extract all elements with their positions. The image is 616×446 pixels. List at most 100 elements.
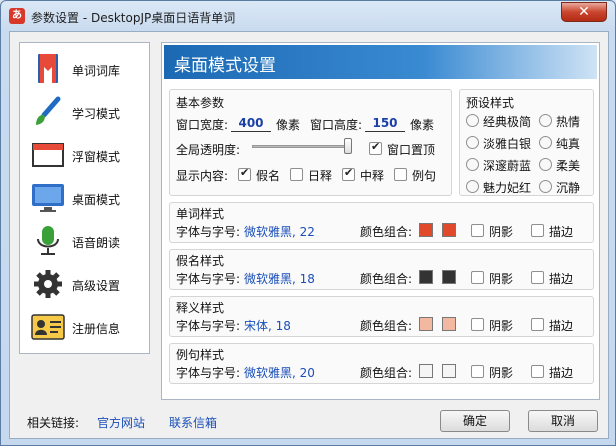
preset-label: 热情 bbox=[556, 115, 581, 129]
display-cn-def-checkbox[interactable] bbox=[342, 166, 355, 181]
color-label: 颜色组合: bbox=[360, 225, 413, 239]
font-value-link[interactable]: 微软雅黑, 18 bbox=[244, 270, 315, 287]
shadow-checkbox[interactable] bbox=[471, 224, 484, 237]
main-panel: 桌面模式设置 基本参数 窗口宽度: 400 像素 窗口高度: 150 像素 全局… bbox=[161, 42, 600, 400]
meaning-style-group: 释义样式 字体与字号: 宋体, 18 颜色组合: 阴影 描边 bbox=[169, 296, 594, 337]
outline-checkbox[interactable] bbox=[531, 224, 544, 237]
color-swatch-bg[interactable] bbox=[442, 223, 456, 237]
opacity-label: 全局透明度: bbox=[176, 143, 241, 157]
client-area: 单词词库 学习模式 浮窗模式 桌面模式 语音朗读 高级设置 注册信息 桌面模式设… bbox=[9, 31, 609, 439]
display-kana-checkbox[interactable] bbox=[238, 166, 251, 181]
sidebar-item-vocab[interactable]: 单词词库 bbox=[20, 49, 149, 89]
group-title: 假名样式 bbox=[176, 254, 225, 268]
basic-params-group: 基本参数 窗口宽度: 400 像素 窗口高度: 150 像素 全局透明度: 窗口… bbox=[169, 89, 452, 196]
preset-radio[interactable] bbox=[466, 114, 479, 127]
group-title: 释义样式 bbox=[176, 301, 225, 315]
kana-style-group: 假名样式 字体与字号: 微软雅黑, 18 颜色组合: 阴影 描边 bbox=[169, 249, 594, 290]
preset-radio[interactable] bbox=[539, 180, 552, 193]
display-label: 显示内容: bbox=[176, 169, 229, 183]
sidebar-item-voice[interactable]: 语音朗读 bbox=[20, 221, 149, 261]
height-unit: 像素 bbox=[410, 118, 435, 132]
cancel-button[interactable]: 取消 bbox=[528, 410, 598, 432]
shadow-label: 阴影 bbox=[489, 366, 514, 380]
preset-radio[interactable] bbox=[466, 158, 479, 171]
sidebar-item-register[interactable]: 注册信息 bbox=[20, 307, 149, 347]
preset-radio[interactable] bbox=[539, 114, 552, 127]
color-swatch-bg[interactable] bbox=[442, 270, 456, 284]
font-label: 字体与字号: bbox=[176, 225, 241, 239]
sidebar-item-label: 高级设置 bbox=[72, 279, 121, 293]
group-title: 单词样式 bbox=[176, 207, 225, 221]
color-swatch-fg[interactable] bbox=[419, 270, 433, 284]
shadow-checkbox[interactable] bbox=[471, 318, 484, 331]
title-bar[interactable]: あ 参数设置 - DesktopJP桌面日语背单词 ✕ bbox=[1, 1, 615, 31]
ok-button[interactable]: 确定 bbox=[440, 410, 510, 432]
font-value-link[interactable]: 微软雅黑, 20 bbox=[244, 364, 315, 381]
display-jp-def-checkbox[interactable] bbox=[290, 168, 303, 181]
height-input[interactable]: 150 bbox=[365, 116, 405, 132]
book-icon bbox=[38, 54, 58, 83]
window-icon bbox=[32, 143, 64, 167]
shadow-checkbox[interactable] bbox=[471, 365, 484, 378]
outline-checkbox[interactable] bbox=[531, 365, 544, 378]
sidebar-item-label: 单词词库 bbox=[72, 64, 121, 78]
color-swatch-fg[interactable] bbox=[419, 223, 433, 237]
preset-styles-group: 预设样式 经典极简 热情 淡雅白银 纯真 深邃蔚蓝 柔美 魅力妃红 沉静 bbox=[459, 89, 594, 196]
sidebar: 单词词库 学习模式 浮窗模式 桌面模式 语音朗读 高级设置 注册信息 bbox=[19, 42, 150, 354]
sidebar-item-float-mode[interactable]: 浮窗模式 bbox=[20, 135, 149, 175]
preset-label: 沉静 bbox=[556, 181, 581, 195]
app-icon: あ bbox=[9, 8, 25, 24]
font-label: 字体与字号: bbox=[176, 272, 241, 286]
links-label: 相关链接: bbox=[27, 416, 80, 430]
microphone-icon bbox=[37, 226, 59, 255]
sidebar-item-advanced[interactable]: 高级设置 bbox=[20, 264, 149, 304]
preset-radio[interactable] bbox=[466, 180, 479, 193]
sidebar-item-label: 语音朗读 bbox=[72, 236, 121, 250]
display-jp-def-label: 日释 bbox=[308, 169, 333, 183]
sidebar-item-desktop-mode[interactable]: 桌面模式 bbox=[20, 178, 149, 218]
topmost-label: 窗口置顶 bbox=[387, 143, 436, 157]
preset-label: 淡雅白银 bbox=[483, 137, 532, 151]
shadow-label: 阴影 bbox=[489, 319, 514, 333]
contact-email-link[interactable]: 联系信箱 bbox=[169, 414, 217, 431]
opacity-slider-track[interactable] bbox=[252, 145, 350, 148]
preset-label: 经典极简 bbox=[483, 115, 532, 129]
color-swatch-bg[interactable] bbox=[442, 317, 456, 331]
id-card-icon bbox=[31, 314, 65, 340]
opacity-slider-thumb[interactable] bbox=[344, 138, 352, 154]
display-example-label: 例句 bbox=[412, 169, 437, 183]
width-input[interactable]: 400 bbox=[231, 116, 271, 132]
sidebar-item-label: 学习模式 bbox=[72, 107, 121, 121]
shadow-checkbox[interactable] bbox=[471, 271, 484, 284]
color-swatch-bg[interactable] bbox=[442, 364, 456, 378]
group-title: 基本参数 bbox=[176, 96, 225, 110]
preset-label: 魅力妃红 bbox=[483, 181, 532, 195]
sidebar-item-label: 注册信息 bbox=[72, 322, 121, 336]
preset-radio[interactable] bbox=[539, 136, 552, 149]
outline-checkbox[interactable] bbox=[531, 318, 544, 331]
outline-label: 描边 bbox=[549, 319, 574, 333]
panel-header: 桌面模式设置 bbox=[164, 45, 597, 79]
official-site-link[interactable]: 官方网站 bbox=[97, 414, 145, 431]
topmost-checkbox[interactable] bbox=[369, 140, 382, 155]
outline-checkbox[interactable] bbox=[531, 271, 544, 284]
outline-label: 描边 bbox=[549, 225, 574, 239]
color-swatch-fg[interactable] bbox=[419, 364, 433, 378]
window-title: 参数设置 - DesktopJP桌面日语背单词 bbox=[31, 11, 236, 25]
group-title: 预设样式 bbox=[466, 96, 515, 110]
brush-icon bbox=[36, 96, 61, 125]
preset-radio[interactable] bbox=[539, 158, 552, 171]
display-kana-label: 假名 bbox=[256, 169, 281, 183]
display-example-checkbox[interactable] bbox=[394, 168, 407, 181]
preset-radio[interactable] bbox=[466, 136, 479, 149]
font-value-link[interactable]: 微软雅黑, 22 bbox=[244, 223, 315, 240]
height-label: 窗口高度: bbox=[310, 118, 363, 132]
close-button[interactable]: ✕ bbox=[561, 2, 607, 22]
sidebar-item-study-mode[interactable]: 学习模式 bbox=[20, 92, 149, 132]
font-value-link[interactable]: 宋体, 18 bbox=[244, 317, 291, 334]
shadow-label: 阴影 bbox=[489, 225, 514, 239]
monitor-icon bbox=[32, 184, 64, 212]
outline-label: 描边 bbox=[549, 272, 574, 286]
width-unit: 像素 bbox=[276, 118, 301, 132]
color-swatch-fg[interactable] bbox=[419, 317, 433, 331]
